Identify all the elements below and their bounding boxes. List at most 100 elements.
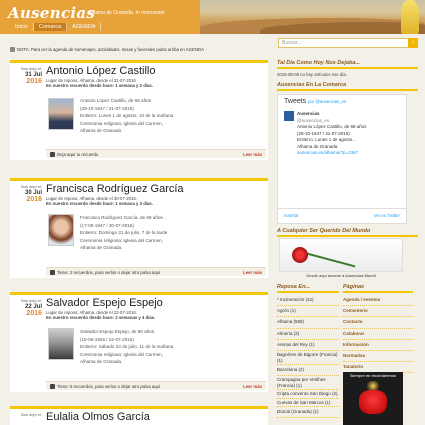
header-logo-figure [401, 0, 419, 34]
nav-item-comarca[interactable]: Comarca [33, 23, 68, 31]
post-line: Alhama de Granada. [80, 245, 123, 250]
list-item[interactable]: * Incineración (42) [277, 295, 339, 307]
list-item[interactable]: Almería (2) [277, 329, 339, 340]
obituary-post: Nos dejó el: 30 Jul 2016 Francisca Rodrí… [10, 178, 268, 278]
widget-comarca: Ausencias En La Comarca [277, 82, 418, 91]
main-nav: Inicio Comarca AGENDA [10, 23, 102, 31]
widget-rest-places: Reposa En... * Incineración (42) Agrón (… [277, 284, 339, 419]
read-more-link[interactable]: Leer más [243, 384, 262, 389]
post-footer[interactable]: Deja aquí tu recuerdo Leer más [46, 149, 266, 158]
post-title[interactable]: Antonio López Castillo [46, 65, 155, 77]
avatar[interactable] [284, 111, 294, 121]
widget-text: 2016-08-09 no hay artículos ese día. [277, 72, 347, 77]
notice-bar: NOTA: Para ver la agenda de homenajes, a… [10, 45, 268, 53]
obituary-post: Nos dejó el: 31 Jul 2016 Antonio López C… [10, 60, 268, 160]
post-footer[interactable]: Tiene: 2 recuerdos, para verlos o dejar … [46, 267, 266, 276]
post-line: Antonio López Castillo, de 68 años [80, 98, 151, 103]
post-date: Nos dejó el: 31 Jul 2016 [10, 66, 42, 85]
list-item[interactable]: Barcelona (2) [277, 365, 339, 377]
list-item[interactable]: Arenas del Rey (1) [277, 340, 339, 352]
post-body: Salvador Espejo Espejo, de 90 años. (18-… [80, 328, 250, 366]
post-title[interactable]: Salvador Espejo Espejo [46, 297, 163, 309]
tweet[interactable]: Ausencias @ausencias_es Antonio López Ca… [284, 111, 400, 157]
post-footer[interactable]: Tiene: 5 recuerdos, para verlos o dejar … [46, 381, 266, 390]
comments-link[interactable]: Deja aquí tu recuerdo [57, 152, 98, 157]
page-link[interactable]: Contacto [343, 317, 413, 329]
memorial-candle-image[interactable]: Siempre en recordaremos [343, 372, 403, 425]
post-title[interactable]: Francisca Rodríguez García [46, 183, 184, 195]
search-button[interactable]: › [408, 38, 418, 48]
post-date-year: 2016 [26, 78, 42, 85]
page-link[interactable]: Normativa [343, 351, 413, 363]
comment-icon [50, 269, 55, 275]
post-line: (17-05-1947 / 30-07-2016) [80, 222, 134, 228]
post-line: Entierro: Sábado 23 de julio, 11 de la m… [80, 344, 175, 349]
list-item[interactable]: Cuevas de San Marcos (1) [277, 399, 339, 408]
post-body: Francisca Rodríguez García, de 68 años. … [80, 214, 250, 252]
post-line: Ceremonia religiosa: Iglesia del Carmen, [80, 351, 163, 357]
page-link[interactable]: Cementerio [343, 306, 413, 318]
notice-text: NOTA: Para ver la agenda de homenajes, a… [17, 46, 204, 52]
post-line: Entierro: Domingo 31 de julio, 7 de la t… [80, 230, 169, 235]
post-date-year: 2016 [26, 310, 42, 317]
obituary-post: Nos dejó el: Eulalia Olmos García [10, 406, 268, 425]
page-link[interactable]: Colaborar [343, 329, 413, 340]
twitter-handle-link[interactable]: por @ausencias_es [308, 99, 346, 104]
post-title[interactable]: Eulalia Olmos García [46, 411, 150, 423]
post-line: Salvador Espejo Espejo, de 90 años. [80, 329, 156, 334]
post-date: Nos dejó el: 22 Jul 2016 [10, 298, 42, 317]
rose-banner-image[interactable] [279, 238, 403, 272]
portrait-photo[interactable] [48, 98, 74, 130]
memorial-caption: Siempre en recordaremos [349, 373, 397, 378]
note-icon [10, 46, 15, 52]
list-item[interactable]: Bagnères de Bigorre (Francia) (1) [277, 351, 339, 366]
list-item[interactable]: Agrón (1) [277, 306, 339, 318]
rest-places-list: * Incineración (42) Agrón (1) Alhama (55… [277, 295, 339, 419]
site-title[interactable]: Ausencias [8, 4, 95, 22]
search-input[interactable]: Buscar... [278, 38, 418, 48]
list-item[interactable]: Alhama (558) [277, 317, 339, 329]
tweet-link[interactable]: ausencias.es/alhama/?p=3367 [297, 150, 358, 155]
nav-item-agenda[interactable]: AGENDA [67, 23, 102, 31]
widget-loved-ones: A Cualquier Ser Querido Del Mundo [277, 228, 418, 237]
nav-item-inicio[interactable]: Inicio [10, 23, 34, 31]
twitter-view-link[interactable]: Ver en Twitter [374, 213, 400, 221]
post-date: Nos dejó el: [10, 412, 42, 417]
post-line: Ceremonia religiosa: Iglesia del Carmen, [80, 120, 163, 126]
read-more-link[interactable]: Leer más [243, 152, 262, 157]
rose-caption[interactable]: Desde aquí accede a Ausencias Mundi [279, 273, 403, 278]
widget-pages: Páginas Agenda / eventos Cementerio Cont… [343, 284, 413, 374]
page-link[interactable]: Información [343, 340, 413, 352]
twitter-header: Tweets por @ausencias_es [278, 95, 406, 108]
list-item[interactable]: Crampagna per Verilhes (Francia) (1) [277, 376, 339, 391]
list-item[interactable]: Dúrcal (Granada) (1) [277, 407, 339, 419]
twitter-embed-link[interactable]: Insertar [284, 213, 299, 221]
pages-list: Agenda / eventos Cementerio Contacto Col… [343, 295, 413, 374]
portrait-photo[interactable] [48, 328, 74, 360]
post-since: En nuestro recuerdo desde hace: 1 semana… [46, 83, 153, 88]
twitter-timeline[interactable]: Tweets por @ausencias_es Ausencias @ause… [277, 94, 407, 224]
post-line: Francisca Rodríguez García, de 68 años. [80, 215, 165, 220]
post-date-label: Nos dejó el: [20, 184, 42, 189]
candle-icon [359, 390, 387, 414]
widget-title: Reposa En... [277, 284, 339, 293]
post-date-label: Nos dejó el: [20, 298, 42, 303]
post-date-year: 2016 [26, 196, 42, 203]
comments-link[interactable]: Tiene: 2 recuerdos, para verlos o dejar … [57, 270, 160, 275]
portrait-photo[interactable] [48, 214, 74, 246]
post-line: Ceremonia religiosa: Iglesia del Carmen, [80, 237, 163, 243]
post-line: (18-06-1926 / 22-07-2016) [80, 336, 134, 342]
obituary-post: Nos dejó el: 22 Jul 2016 Salvador Espejo… [10, 292, 268, 392]
site-subtitle: Alhama de Granada. In memoriam [88, 10, 165, 16]
post-line: Alhama de Granada [80, 128, 122, 133]
comments-link[interactable]: Tiene: 5 recuerdos, para verlos o dejar … [57, 384, 160, 389]
rose-icon [292, 247, 308, 263]
read-more-link[interactable]: Leer más [243, 270, 262, 275]
comment-icon [50, 383, 55, 389]
post-since: En nuestro recuerdo desde hace: 1 semana… [46, 201, 153, 206]
page: { "header": { "title": "Ausencias", "sub… [0, 0, 425, 425]
post-date-label: Nos dejó el: [20, 412, 42, 417]
list-item[interactable]: Cripta convento San Diego (2) [277, 390, 339, 399]
page-link[interactable]: Agenda / eventos [343, 295, 413, 307]
comment-icon [50, 151, 55, 157]
